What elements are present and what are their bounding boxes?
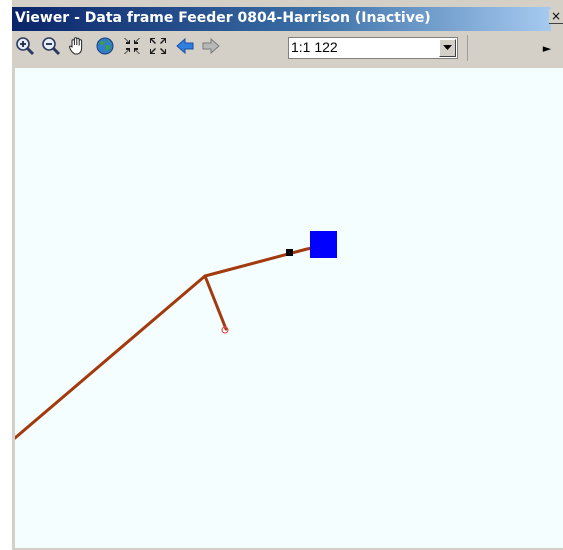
scale-combobox[interactable]: 1:1 122: [288, 37, 458, 59]
chevron-down-icon: [443, 45, 452, 50]
fixed-zoom-out-button[interactable]: [147, 35, 169, 57]
toolbar-separator: [467, 35, 468, 61]
full-extent-button[interactable]: [94, 35, 116, 57]
title-bar[interactable]: Viewer - Data frame Feeder 0804-Harrison…: [12, 7, 551, 31]
back-arrow-icon: [176, 37, 194, 55]
toolbar: 1:1 122 ►: [12, 31, 563, 66]
full-extent-globe-icon: [96, 37, 114, 55]
back-button[interactable]: [174, 35, 196, 57]
feeder-line-main: [15, 245, 320, 440]
network-node: [286, 249, 293, 256]
fixed-zoom-in-button[interactable]: [121, 35, 143, 57]
zoom-out-icon: [42, 37, 61, 56]
close-icon: ×: [550, 9, 562, 23]
scale-value[interactable]: 1:1 122: [291, 39, 338, 55]
map-drawing: [15, 231, 337, 440]
zoom-in-button[interactable]: [14, 35, 36, 57]
close-button[interactable]: ×: [549, 9, 563, 24]
feeder-line-branch: [203, 274, 228, 331]
viewer-window: Viewer - Data frame Feeder 0804-Harrison…: [12, 0, 563, 550]
zoom-in-icon: [16, 37, 35, 56]
toolbar-overflow-button[interactable]: ►: [532, 35, 562, 61]
zoom-out-button[interactable]: [40, 35, 62, 57]
pan-button[interactable]: [66, 35, 88, 57]
pan-hand-icon: [68, 37, 83, 55]
window-title: Viewer - Data frame Feeder 0804-Harrison…: [15, 10, 431, 26]
forward-arrow-icon: [202, 37, 220, 55]
fixed-zoom-out-icon: [150, 38, 166, 54]
forward-button[interactable]: [200, 35, 222, 57]
fixed-zoom-in-icon: [124, 38, 140, 54]
overflow-arrow-icon: ►: [542, 41, 552, 55]
substation-source: [310, 231, 337, 258]
scale-dropdown-button[interactable]: [439, 39, 456, 57]
map-canvas[interactable]: [15, 68, 563, 548]
